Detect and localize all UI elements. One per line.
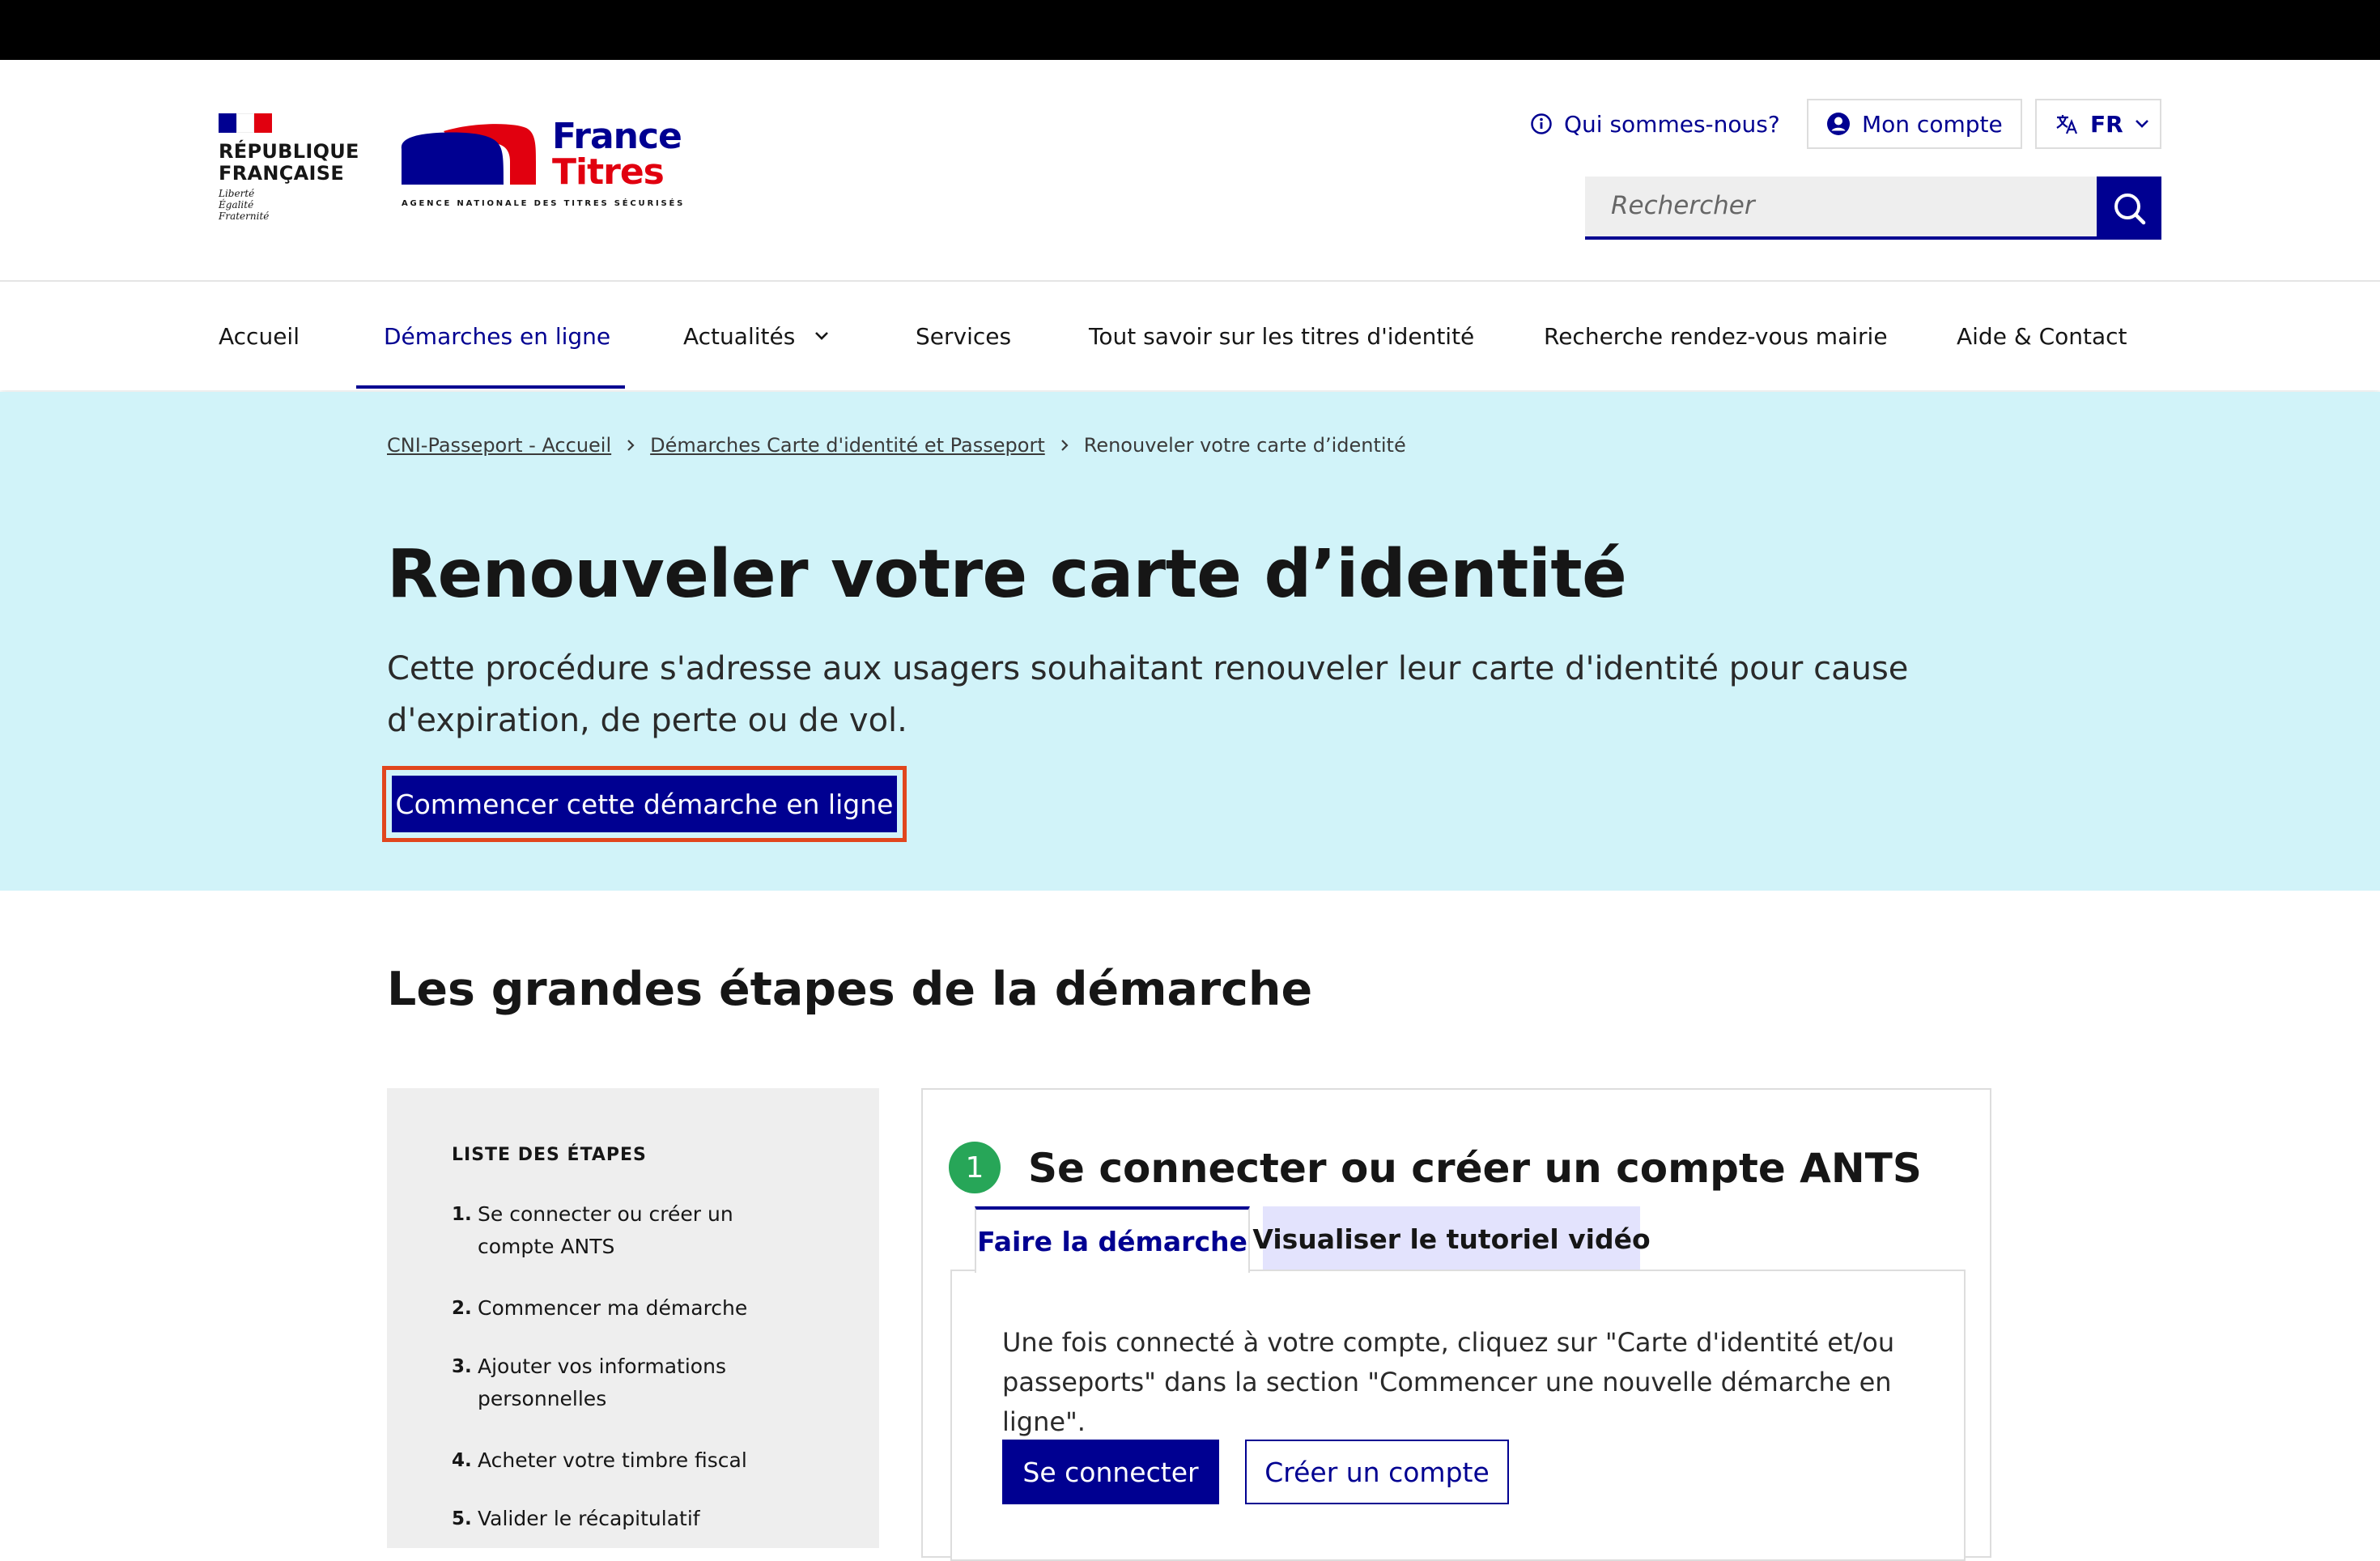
nav-item-demarches-en-ligne[interactable]: Démarches en ligne xyxy=(384,282,610,390)
language-selector[interactable]: FR xyxy=(2035,99,2161,149)
step-number-badge: 1 xyxy=(949,1142,1001,1193)
search-input[interactable]: Rechercher xyxy=(1585,177,2097,240)
login-button[interactable]: Se connecter xyxy=(1002,1440,1219,1504)
breadcrumb-current: Renouveler votre carte d’identité xyxy=(1083,434,1406,457)
nav-item-aide-contact[interactable]: Aide & Contact xyxy=(1957,282,2127,390)
steps-list-title: LISTE DES ÉTAPES xyxy=(452,1145,647,1165)
step-label: Acheter votre timbre fiscal xyxy=(478,1448,747,1472)
brand-tagline: AGENCE NATIONALE DES TITRES SÉCURISÉS xyxy=(402,199,686,208)
language-label: FR xyxy=(2090,110,2123,138)
steps-list-item[interactable]: 5. Valider le récapitulatif xyxy=(452,1503,816,1535)
step-instructions: Une fois connecté à votre compte, clique… xyxy=(1002,1327,1895,1437)
create-account-button[interactable]: Créer un compte xyxy=(1245,1440,1509,1504)
nav-item-accueil[interactable]: Accueil xyxy=(219,282,300,390)
republique-motto: Liberté Égalité Fraternité xyxy=(219,188,270,222)
republique-francaise-name: RÉPUBLIQUE FRANÇAISE xyxy=(219,140,359,185)
step-label: Valider le récapitulatif xyxy=(478,1507,700,1530)
france-titres-logo[interactable]: France Titres AGENCE NATIONALE DES TITRE… xyxy=(397,116,682,215)
section-title: Les grandes étapes de la démarche xyxy=(387,963,1313,1016)
my-account-label: Mon compte xyxy=(1862,110,2003,138)
chevron-right-icon xyxy=(626,439,635,452)
search-button[interactable] xyxy=(2097,177,2161,240)
step-number: 1. xyxy=(452,1204,472,1225)
step-number: 3. xyxy=(452,1356,472,1377)
who-are-we-label: Qui sommes-nous? xyxy=(1564,110,1780,138)
chevron-down-icon xyxy=(2135,119,2149,129)
start-online-procedure-button[interactable]: Commencer cette démarche en ligne xyxy=(392,776,897,832)
steps-list-item[interactable]: 3. Ajouter vos informations personnelles xyxy=(452,1350,816,1415)
breadcrumb-link-demarches[interactable]: Démarches Carte d'identité et Passeport xyxy=(650,434,1045,457)
step-label: Se connecter ou créer un compte ANTS xyxy=(478,1202,733,1258)
main-navigation: Accueil Démarches en ligne Actualités Se… xyxy=(0,282,2380,390)
tab-faire-la-demarche[interactable]: Faire la démarche xyxy=(975,1206,1250,1273)
france-titres-mark-icon xyxy=(401,124,536,185)
nav-item-services[interactable]: Services xyxy=(916,282,1011,390)
steps-list-item[interactable]: 1. Se connecter ou créer un compte ANTS xyxy=(452,1198,816,1263)
steps-list-panel: LISTE DES ÉTAPES 1. Se connecter ou créer… xyxy=(387,1088,879,1548)
steps-list-item[interactable]: 2. Commencer ma démarche xyxy=(452,1292,816,1325)
nav-item-tout-savoir[interactable]: Tout savoir sur les titres d'identité xyxy=(1089,282,1474,390)
step-card-title: Se connecter ou créer un compte ANTS xyxy=(1028,1145,1922,1192)
step-number: 2. xyxy=(452,1298,472,1319)
marianne-flag-icon xyxy=(219,113,272,133)
brand-name-france: France xyxy=(552,116,682,157)
page-title: Renouveler votre carte d’identité xyxy=(387,536,1627,613)
steps-list-item[interactable]: 4. Acheter votre timbre fiscal xyxy=(452,1444,816,1477)
tab-tutoriel-video[interactable]: Visualiser le tutoriel vidéo xyxy=(1252,1206,1651,1271)
step-label: Ajouter vos informations personnelles xyxy=(478,1355,726,1410)
step-number: 4. xyxy=(452,1450,472,1471)
my-account-button[interactable]: Mon compte xyxy=(1807,99,2022,149)
page-lead: Cette procédure s'adresse aux usagers so… xyxy=(387,650,1909,739)
chevron-right-icon xyxy=(1060,439,1069,452)
search-icon xyxy=(2114,194,2146,225)
user-circle-icon xyxy=(1826,112,1851,136)
translate-icon xyxy=(2055,112,2079,136)
brand-name-titres: Titres xyxy=(552,151,665,193)
step-number: 5. xyxy=(452,1508,472,1529)
nav-item-actualites[interactable]: Actualités xyxy=(683,282,829,390)
step-label: Commencer ma démarche xyxy=(478,1296,748,1320)
who-are-we-link[interactable]: Qui sommes-nous? xyxy=(1530,99,1780,149)
info-icon xyxy=(1530,113,1553,135)
breadcrumb: CNI-Passeport - Accueil Démarches Carte … xyxy=(387,434,1406,457)
browser-top-bar xyxy=(0,0,2380,60)
nav-item-actualites-label: Actualités xyxy=(683,322,796,350)
hero-section xyxy=(0,392,2380,891)
chevron-down-icon xyxy=(814,331,829,341)
breadcrumb-link-home[interactable]: CNI-Passeport - Accueil xyxy=(387,434,611,457)
nav-item-recherche-rdv[interactable]: Recherche rendez-vous mairie xyxy=(1544,282,1888,390)
active-nav-indicator xyxy=(356,385,625,389)
